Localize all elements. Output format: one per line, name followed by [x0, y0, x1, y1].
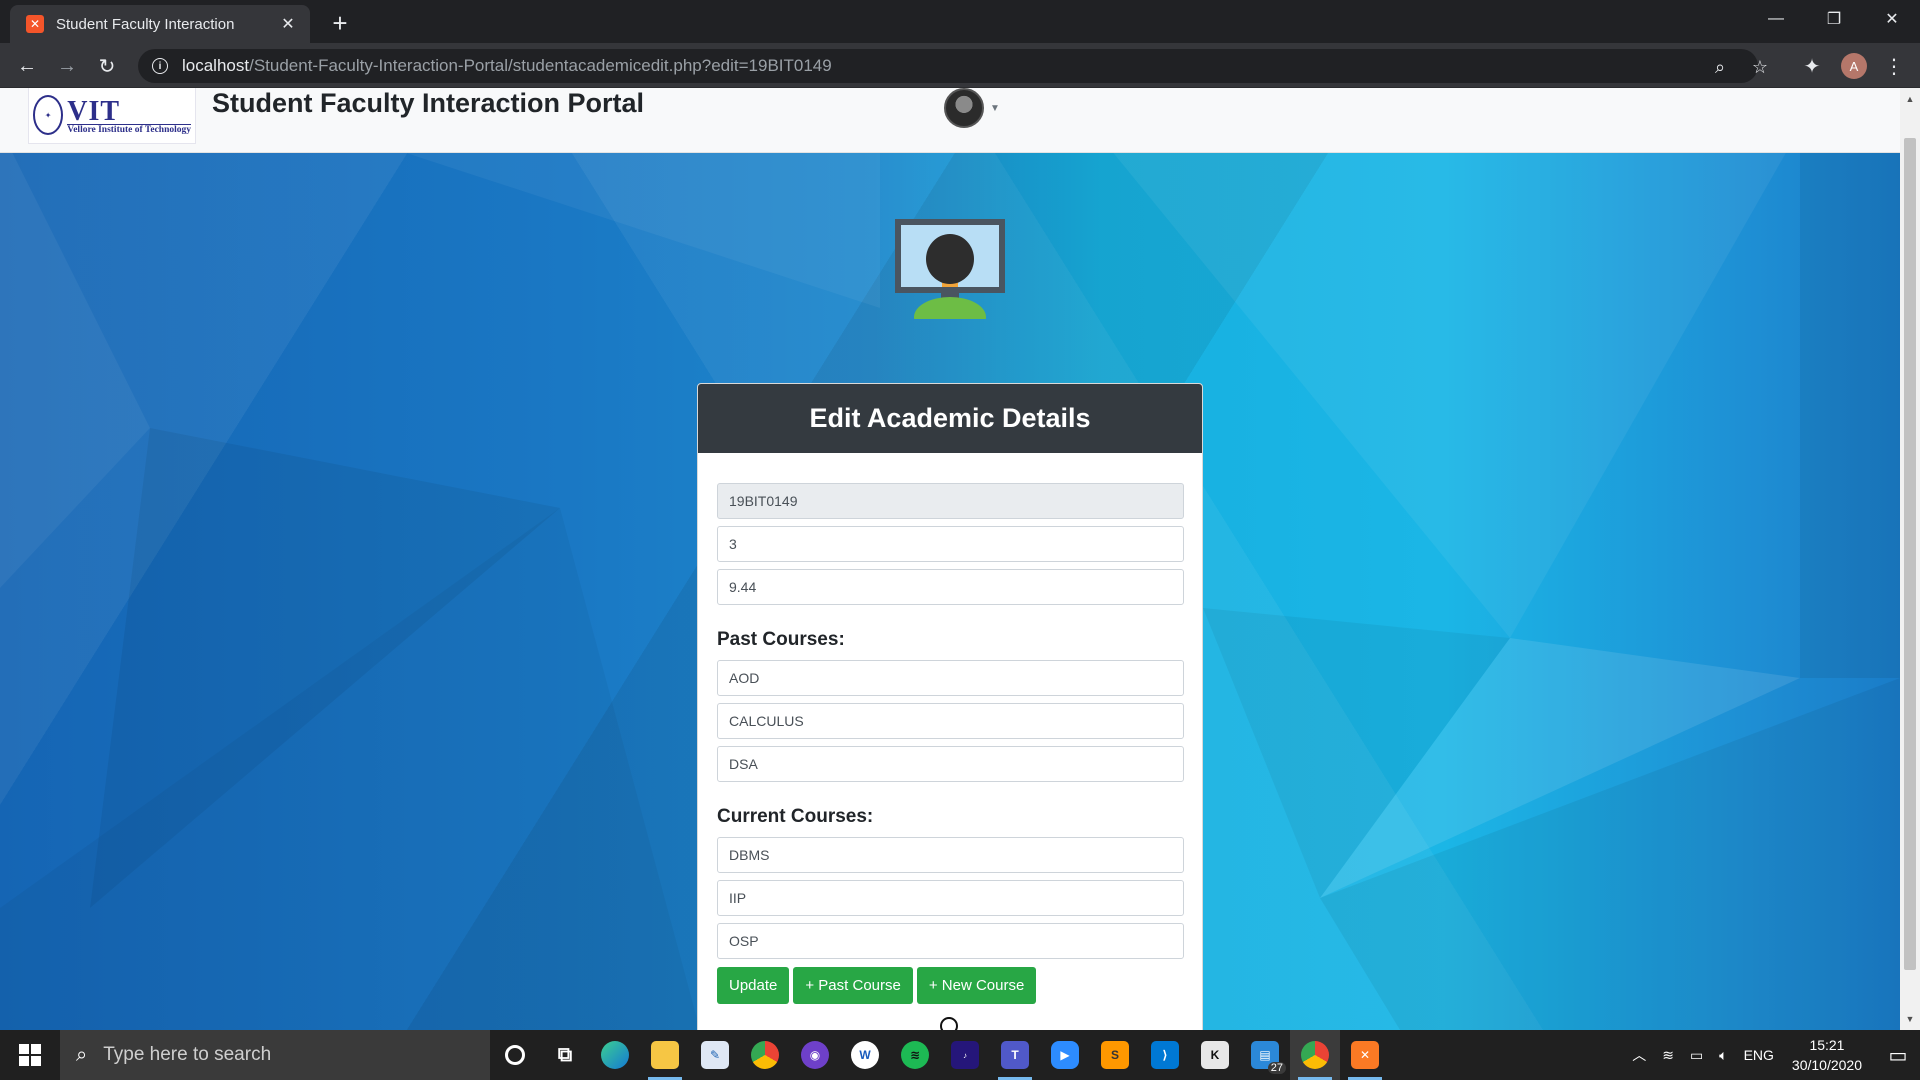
vit-seal-icon: ✦	[33, 95, 64, 135]
clock[interactable]: 15:21 30/10/2020	[1792, 1035, 1862, 1075]
add-new-course-button[interactable]: + New Course	[916, 967, 1037, 1004]
current-course-field[interactable]: DBMS	[717, 837, 1184, 873]
chevron-up-icon[interactable]: ︿	[1632, 1045, 1646, 1065]
extensions-icon[interactable]: ✦	[1797, 51, 1827, 81]
minimize-button[interactable]: —	[1748, 0, 1804, 38]
scroll-up-icon[interactable]: ▲	[1900, 90, 1920, 108]
kali-icon[interactable]: K	[1190, 1030, 1240, 1080]
xampp-favicon-icon: ✕	[26, 15, 44, 33]
reg-no-field[interactable]: 19BIT0149	[717, 483, 1184, 519]
vscode-icon[interactable]: ⟩	[1140, 1030, 1190, 1080]
search-icon: ⌕	[76, 1043, 88, 1066]
past-course-field[interactable]: AOD	[717, 660, 1184, 696]
past-course-field[interactable]: CALCULUS	[717, 703, 1184, 739]
clock-date: 30/10/2020	[1791, 1057, 1862, 1073]
form-actions: Update + Past Course + New Course	[717, 967, 1183, 1004]
bookmark-star-icon[interactable]: ☆	[1748, 55, 1772, 79]
profile-avatar[interactable]: A	[1841, 53, 1867, 79]
scroll-thumb[interactable]	[1904, 138, 1916, 970]
amazon-music-icon[interactable]: ♪	[940, 1030, 990, 1080]
file-explorer-icon[interactable]	[640, 1030, 690, 1080]
wifi-icon[interactable]: ≋	[1662, 1047, 1674, 1064]
task-view-icon[interactable]: ⧉	[540, 1030, 590, 1080]
tab-title: Student Faculty Interaction	[56, 15, 235, 33]
zoom-icon[interactable]: ▶	[1040, 1030, 1090, 1080]
restore-button[interactable]: ❐	[1806, 0, 1862, 38]
battery-icon[interactable]: ▭	[1690, 1047, 1703, 1064]
avatar[interactable]	[944, 88, 984, 128]
browser-toolbar: ← → ↻ i localhost/Student-Faculty-Intera…	[0, 43, 1920, 88]
edge-icon[interactable]	[590, 1030, 640, 1080]
chrome-active-icon[interactable]	[1290, 1030, 1340, 1080]
notification-icon[interactable]: ▭	[1876, 1030, 1920, 1080]
word-app-icon[interactable]: W	[840, 1030, 890, 1080]
system-tray: ︿ ≋ ▭ 🔈︎ ENG 15:21 30/10/2020 ▭	[1624, 1030, 1920, 1080]
semester-field[interactable]: 3	[717, 526, 1184, 562]
language-indicator[interactable]: ENG	[1744, 1047, 1774, 1063]
page-scrollbar[interactable]: ▲ ▼	[1900, 88, 1920, 1030]
current-courses-label: Current Courses:	[717, 806, 874, 827]
sublime-text-icon[interactable]: S	[1090, 1030, 1140, 1080]
new-tab-button[interactable]: +	[326, 8, 354, 38]
academic-form: 19BIT0149 3 9.44 Past Courses: AOD CALCU…	[698, 453, 1202, 1004]
card-heading: Edit Academic Details	[698, 384, 1202, 453]
start-button[interactable]	[0, 1030, 60, 1080]
windows-logo-icon	[19, 1044, 41, 1066]
back-button[interactable]: ←	[12, 51, 42, 81]
current-course-field[interactable]: IIP	[717, 880, 1184, 916]
volume-icon[interactable]: 🔈︎	[1719, 1047, 1727, 1064]
close-window-button[interactable]: ✕	[1864, 0, 1920, 38]
logo-subtext: Vellore Institute of Technology	[67, 124, 191, 135]
url-text[interactable]: localhost/Student-Faculty-Interaction-Po…	[182, 56, 832, 76]
add-past-course-button[interactable]: + Past Course	[793, 967, 913, 1004]
vit-logo[interactable]: ✦ VIT Vellore Institute of Technology	[28, 88, 196, 144]
github-icon[interactable]: ◉	[790, 1030, 840, 1080]
browser-tab[interactable]: ✕ Student Faculty Interaction ✕	[10, 5, 310, 43]
xampp-icon[interactable]: ✕	[1340, 1030, 1390, 1080]
forward-button[interactable]: →	[52, 51, 82, 81]
teams-icon[interactable]: T	[990, 1030, 1040, 1080]
calendar-app-icon[interactable]: ▤ 27	[1240, 1030, 1290, 1080]
past-course-field[interactable]: DSA	[717, 746, 1184, 782]
chrome-menu-icon[interactable]: ⋮	[1879, 51, 1909, 81]
chrome-icon[interactable]	[740, 1030, 790, 1080]
notepad-icon[interactable]: ✎	[690, 1030, 740, 1080]
cgpa-field[interactable]: 9.44	[717, 569, 1184, 605]
scroll-down-icon[interactable]: ▼	[1900, 1010, 1920, 1028]
caret-down-icon: ▼	[990, 102, 1000, 114]
current-course-field[interactable]: OSP	[717, 923, 1184, 959]
logo-text: VIT	[67, 96, 121, 127]
clock-time: 15:21	[1809, 1037, 1845, 1053]
windows-taskbar: ⌕ Type here to search ⧉ ✎ ◉ W ≋ ♪ T ▶ S …	[0, 1030, 1920, 1080]
taskbar-search[interactable]: ⌕ Type here to search	[60, 1030, 490, 1080]
update-button[interactable]: Update	[717, 967, 790, 1004]
page-viewport: ✦ VIT Vellore Institute of Technology St…	[0, 88, 1900, 1030]
student-monitor-icon	[895, 219, 1005, 319]
page-title: Student Faculty Interaction Portal	[212, 88, 645, 118]
site-header: ✦ VIT Vellore Institute of Technology St…	[0, 88, 1900, 153]
spotify-icon[interactable]: ≋	[890, 1030, 940, 1080]
address-bar[interactable]: i localhost/Student-Faculty-Interaction-…	[138, 49, 1768, 83]
reload-button[interactable]: ↻	[92, 51, 122, 81]
past-courses-label: Past Courses:	[717, 629, 845, 650]
site-info-icon[interactable]: i	[152, 58, 168, 74]
user-menu-dropdown[interactable]: ▼	[944, 88, 1000, 128]
browser-tab-strip: ✕ Student Faculty Interaction ✕ + — ❐ ✕	[0, 0, 1920, 43]
cortana-icon[interactable]	[490, 1030, 540, 1080]
tab-close-icon[interactable]: ✕	[278, 14, 298, 34]
edit-academic-card: Edit Academic Details 19BIT0149 3 9.44 P…	[697, 383, 1203, 1030]
zoom-icon[interactable]: ⌕	[1708, 55, 1732, 79]
search-placeholder: Type here to search	[103, 1044, 272, 1065]
app-badge: 27	[1267, 1062, 1286, 1074]
